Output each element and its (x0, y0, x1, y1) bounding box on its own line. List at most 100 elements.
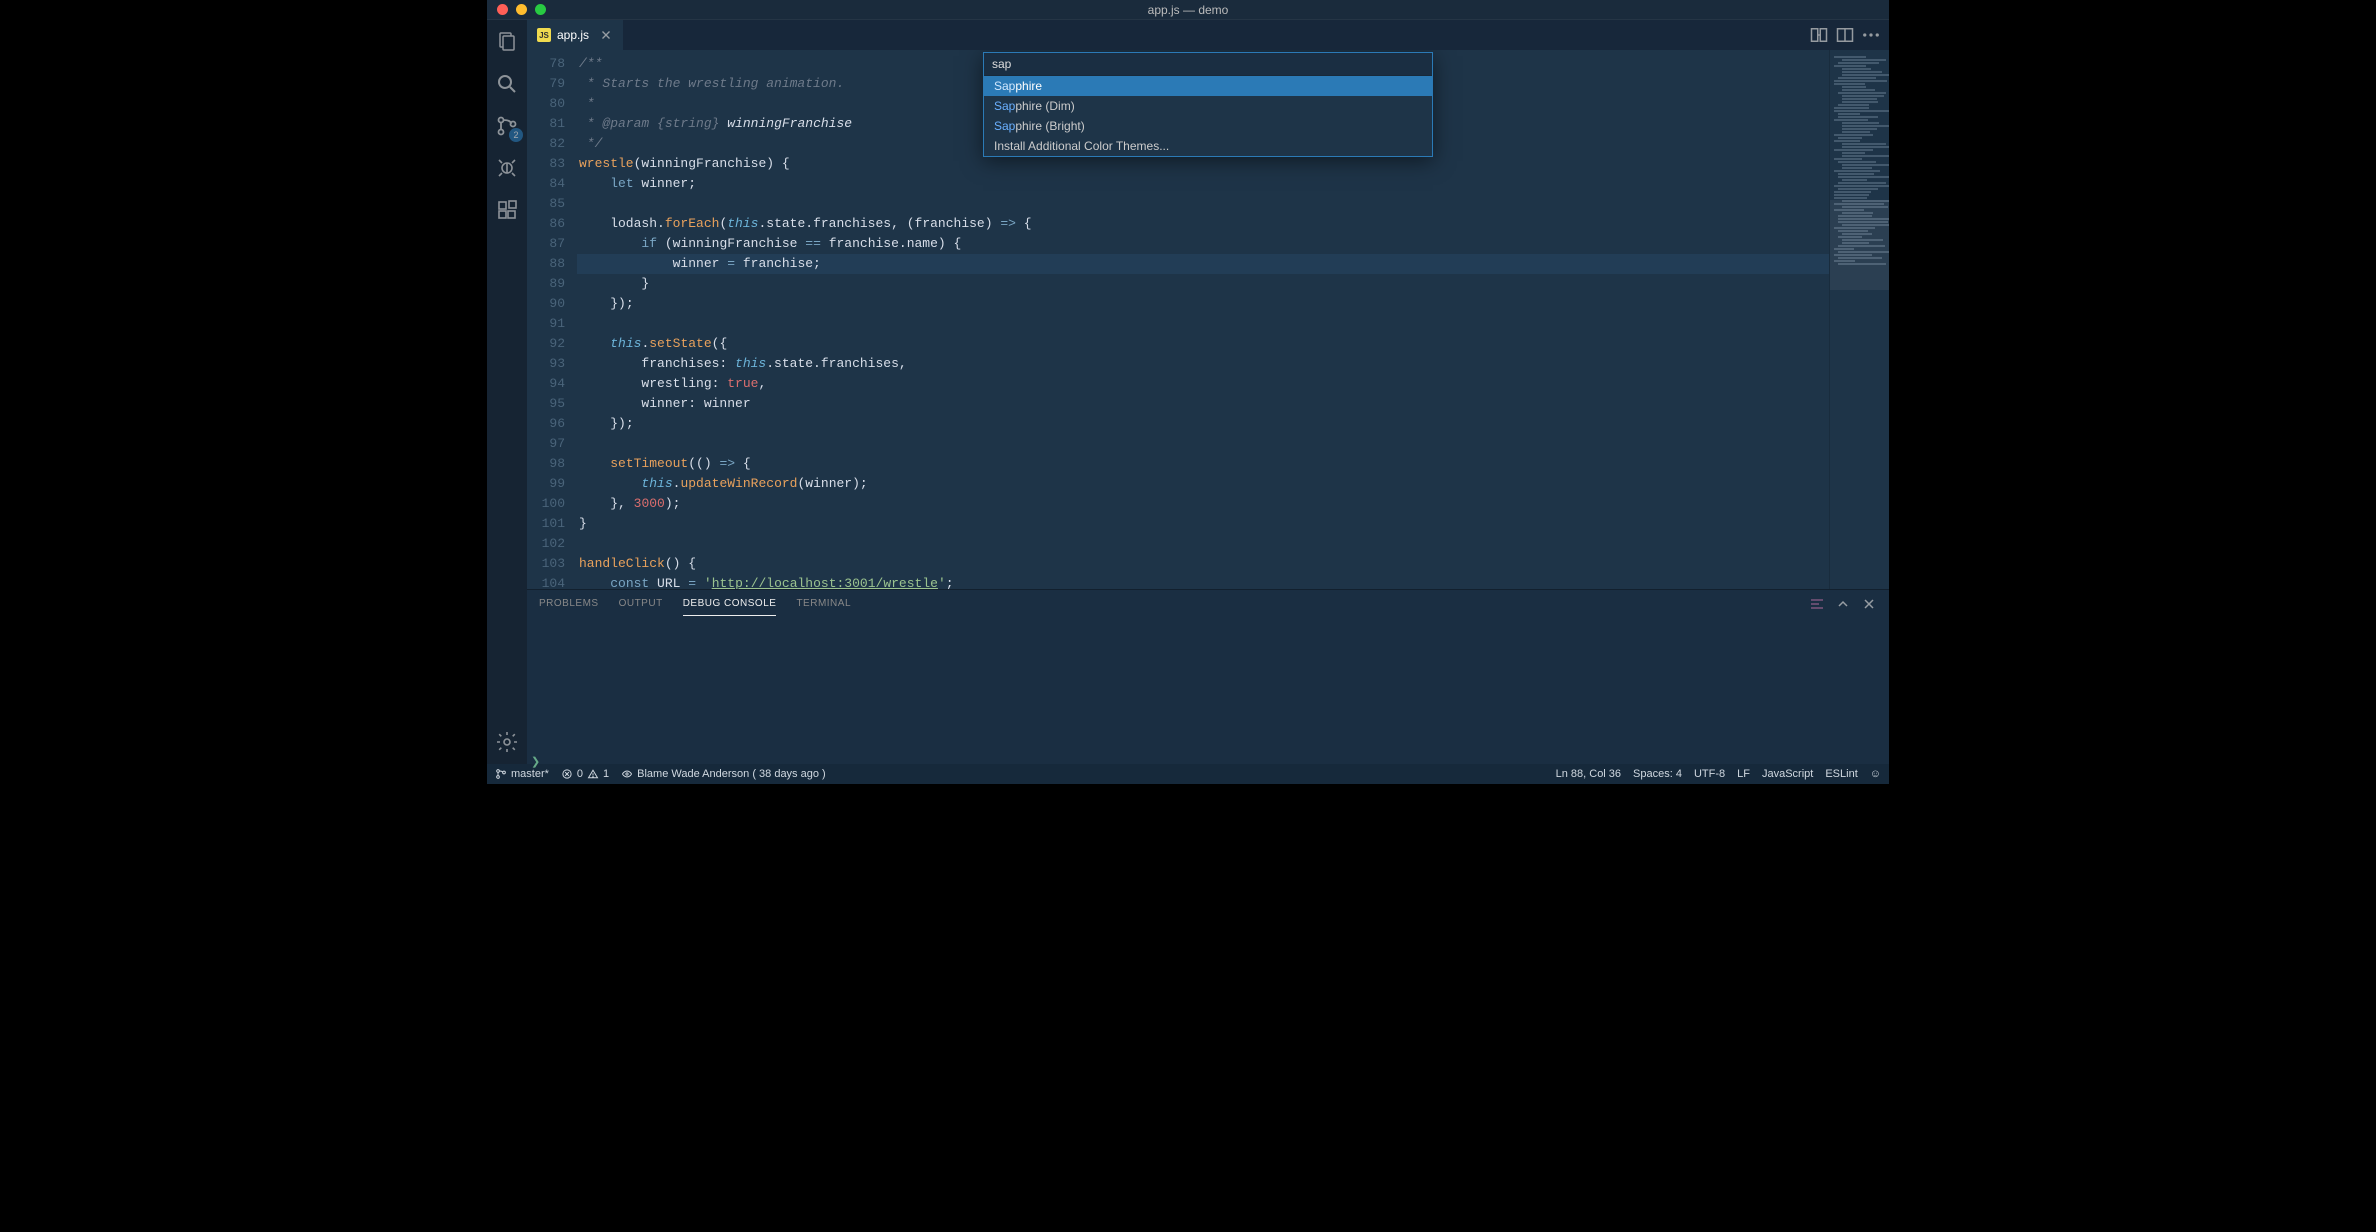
line-number: 93 (527, 354, 565, 374)
line-number: 94 (527, 374, 565, 394)
window-maximize-icon[interactable] (535, 4, 546, 15)
error-icon (561, 768, 573, 780)
line-number: 98 (527, 454, 565, 474)
line-number: 91 (527, 314, 565, 334)
more-actions-icon[interactable] (1861, 25, 1881, 45)
code-line[interactable]: lodash.forEach(this.state.franchises, (f… (577, 214, 1829, 234)
quick-pick-item[interactable]: Sapphire (984, 76, 1432, 96)
code-line[interactable]: this.updateWinRecord(winner); (577, 474, 1829, 494)
code-line[interactable]: setTimeout(() => { (577, 454, 1829, 474)
line-number: 87 (527, 234, 565, 254)
eye-icon (621, 768, 633, 780)
status-feedback[interactable]: ☺ (1870, 768, 1881, 780)
status-encoding[interactable]: UTF-8 (1694, 768, 1725, 780)
code-line[interactable]: handleClick() { (577, 554, 1829, 574)
line-number: 90 (527, 294, 565, 314)
line-number: 81 (527, 114, 565, 134)
quick-pick-item[interactable]: Sapphire (Dim) (984, 96, 1432, 116)
quick-pick-item[interactable]: Sapphire (Bright) (984, 116, 1432, 136)
code-line[interactable] (577, 314, 1829, 334)
search-icon[interactable] (495, 72, 519, 96)
compare-diff-icon[interactable] (1809, 25, 1829, 45)
code-line[interactable]: this.setState({ (577, 334, 1829, 354)
status-problems[interactable]: 0 1 (561, 768, 609, 780)
window-minimize-icon[interactable] (516, 4, 527, 15)
window-title: app.js — demo (1148, 3, 1229, 17)
code-line[interactable]: winner: winner (577, 394, 1829, 414)
code-line[interactable]: }, 3000); (577, 494, 1829, 514)
line-number: 104 (527, 574, 565, 589)
line-number: 100 (527, 494, 565, 514)
code-line[interactable]: winner = franchise; (577, 254, 1829, 274)
line-number-gutter: 7879808182838485868788899091929394959697… (527, 54, 577, 589)
line-number: 99 (527, 474, 565, 494)
content-area: JS app.js (527, 20, 1889, 764)
extensions-icon[interactable] (495, 198, 519, 222)
panel-maximize-icon[interactable] (1835, 596, 1851, 612)
activity-bar: 2 (487, 20, 527, 764)
tab-appjs[interactable]: JS app.js (527, 20, 623, 50)
clear-console-icon[interactable] (1809, 596, 1825, 612)
code-line[interactable]: wrestling: true, (577, 374, 1829, 394)
line-number: 89 (527, 274, 565, 294)
line-number: 78 (527, 54, 565, 74)
line-number: 92 (527, 334, 565, 354)
source-control-icon[interactable]: 2 (495, 114, 519, 138)
quick-pick: SapphireSapphire (Dim)Sapphire (Bright)I… (983, 52, 1433, 157)
quick-pick-list: SapphireSapphire (Dim)Sapphire (Bright)I… (984, 75, 1432, 156)
split-editor-icon[interactable] (1835, 25, 1855, 45)
status-position[interactable]: Ln 88, Col 36 (1556, 768, 1621, 780)
line-number: 82 (527, 134, 565, 154)
code-line[interactable] (577, 534, 1829, 554)
panel-tab-debug-console[interactable]: DEBUG CONSOLE (683, 592, 777, 616)
code-line[interactable]: const URL = 'http://localhost:3001/wrest… (577, 574, 1829, 589)
status-branch[interactable]: master* (495, 768, 549, 780)
error-count: 0 (577, 768, 583, 780)
status-blame[interactable]: Blame Wade Anderson ( 38 days ago ) (621, 768, 826, 780)
status-eol[interactable]: LF (1737, 768, 1750, 780)
quick-pick-input[interactable] (984, 53, 1432, 75)
tab-close-icon[interactable] (599, 28, 613, 42)
tabs-right (1809, 25, 1889, 45)
window-close-icon[interactable] (497, 4, 508, 15)
line-number: 79 (527, 74, 565, 94)
panel-prompt[interactable]: ❯ (531, 755, 540, 764)
code-line[interactable]: } (577, 514, 1829, 534)
branch-name: master* (511, 768, 549, 780)
panel-close-icon[interactable] (1861, 596, 1877, 612)
warning-count: 1 (603, 768, 609, 780)
warning-icon (587, 768, 599, 780)
panel-tab-output[interactable]: OUTPUT (619, 592, 663, 616)
editor[interactable]: 7879808182838485868788899091929394959697… (527, 50, 1889, 589)
panel-tab-problems[interactable]: PROBLEMS (539, 592, 599, 616)
line-number: 102 (527, 534, 565, 554)
minimap-viewport[interactable] (1830, 200, 1889, 290)
panel-tabs: PROBLEMS OUTPUT DEBUG CONSOLE TERMINAL (527, 590, 1889, 618)
status-spaces[interactable]: Spaces: 4 (1633, 768, 1682, 780)
code-line[interactable]: } (577, 274, 1829, 294)
line-number: 86 (527, 214, 565, 234)
code-line[interactable]: franchises: this.state.franchises, (577, 354, 1829, 374)
line-number: 103 (527, 554, 565, 574)
line-number: 101 (527, 514, 565, 534)
line-number: 95 (527, 394, 565, 414)
code-line[interactable] (577, 194, 1829, 214)
debug-icon[interactable] (495, 156, 519, 180)
status-language[interactable]: JavaScript (1762, 768, 1813, 780)
code-line[interactable]: if (winningFranchise == franchise.name) … (577, 234, 1829, 254)
panel-tab-terminal[interactable]: TERMINAL (796, 592, 851, 616)
code-line[interactable]: wrestle(winningFranchise) { (577, 154, 1829, 174)
line-number: 83 (527, 154, 565, 174)
status-eslint[interactable]: ESLint (1825, 768, 1857, 780)
minimap[interactable] (1829, 50, 1889, 589)
code-line[interactable]: }); (577, 294, 1829, 314)
line-number: 80 (527, 94, 565, 114)
tabs-left: JS app.js (527, 20, 623, 50)
explorer-icon[interactable] (495, 30, 519, 54)
code-line[interactable] (577, 434, 1829, 454)
code-line[interactable]: let winner; (577, 174, 1829, 194)
panel-body[interactable] (527, 618, 1889, 764)
settings-gear-icon[interactable] (495, 730, 519, 754)
code-line[interactable]: }); (577, 414, 1829, 434)
quick-pick-item[interactable]: Install Additional Color Themes... (984, 136, 1432, 156)
